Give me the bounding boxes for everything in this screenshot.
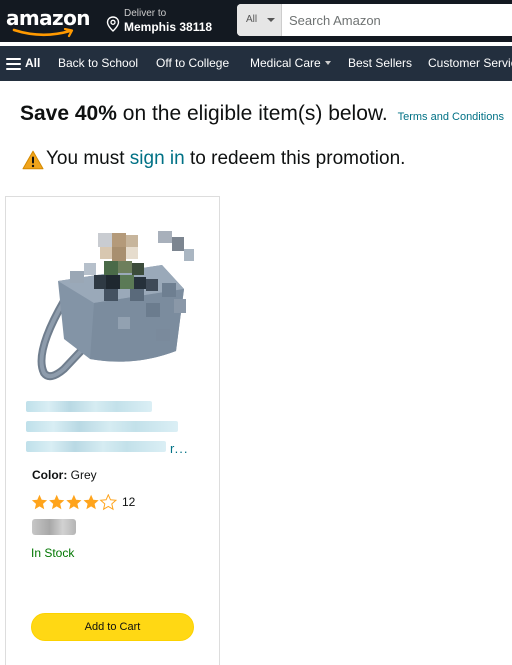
sub-nav-bar: All Back to School Off to College Medica… [0, 46, 512, 81]
color-label: Color: [32, 468, 68, 482]
color-value: Grey [70, 468, 97, 482]
search-input[interactable] [282, 4, 512, 36]
chevron-down-icon [324, 60, 331, 65]
redacted-text-line [26, 401, 152, 412]
redacted-price [32, 519, 76, 535]
star-rating-icon [31, 494, 117, 510]
signin-message: You must sign in to redeem this promotio… [46, 148, 405, 170]
location-pin-icon [106, 16, 120, 32]
hamburger-menu-icon [6, 58, 21, 70]
product-image[interactable] [34, 223, 196, 381]
redacted-text-line [26, 421, 178, 432]
all-menu-label: All [25, 56, 41, 70]
product-rating[interactable]: 12 [31, 494, 161, 512]
product-title-ellipsis: r... [170, 441, 189, 456]
product-card: r... Color: Grey 12 In Stock Add to Cart [5, 196, 220, 665]
signin-link[interactable]: sign in [130, 148, 185, 169]
rating-count: 12 [122, 495, 136, 509]
deliver-to-location[interactable]: Deliver to Memphis 38118 [106, 8, 224, 36]
search-department-label: All [246, 14, 258, 25]
chevron-down-icon [267, 18, 275, 22]
deliver-to-label: Deliver to [124, 8, 167, 19]
top-nav-bar: amazon Deliver to Memphis 38118 All [0, 0, 512, 42]
nav-link-customer-service[interactable]: Customer Service [428, 56, 512, 70]
warning-icon [22, 150, 44, 170]
promotion-description: on the eligible item(s) below. [122, 102, 388, 125]
logo-smile-icon [12, 28, 74, 38]
logo-text: amazon [6, 6, 90, 30]
add-to-cart-button[interactable]: Add to Cart [31, 613, 194, 641]
nav-link-medical-care[interactable]: Medical Care [250, 56, 331, 70]
terms-link[interactable]: Terms and Conditions [398, 111, 504, 123]
redacted-text-line [26, 441, 166, 452]
nav-link-back-to-school[interactable]: Back to School [58, 56, 138, 70]
product-title-link[interactable]: r... [26, 401, 198, 457]
promotion-title: Save 40% on the eligible item(s) below. … [20, 102, 504, 126]
nav-link-best-sellers[interactable]: Best Sellers [348, 56, 412, 70]
search-department-dropdown[interactable]: All [237, 4, 282, 36]
signin-prefix: You must [46, 148, 125, 169]
stock-status: In Stock [31, 546, 75, 560]
nav-link-medical-care-label: Medical Care [250, 56, 321, 70]
nav-link-off-to-college[interactable]: Off to College [156, 56, 229, 70]
amazon-logo[interactable]: amazon [6, 4, 92, 40]
deliver-location: Memphis 38118 [124, 20, 213, 34]
signin-suffix: to redeem this promotion. [190, 148, 406, 169]
product-color: Color: Grey [32, 468, 97, 482]
search-bar: All [237, 4, 512, 36]
promotion-discount: Save 40% [20, 102, 117, 125]
